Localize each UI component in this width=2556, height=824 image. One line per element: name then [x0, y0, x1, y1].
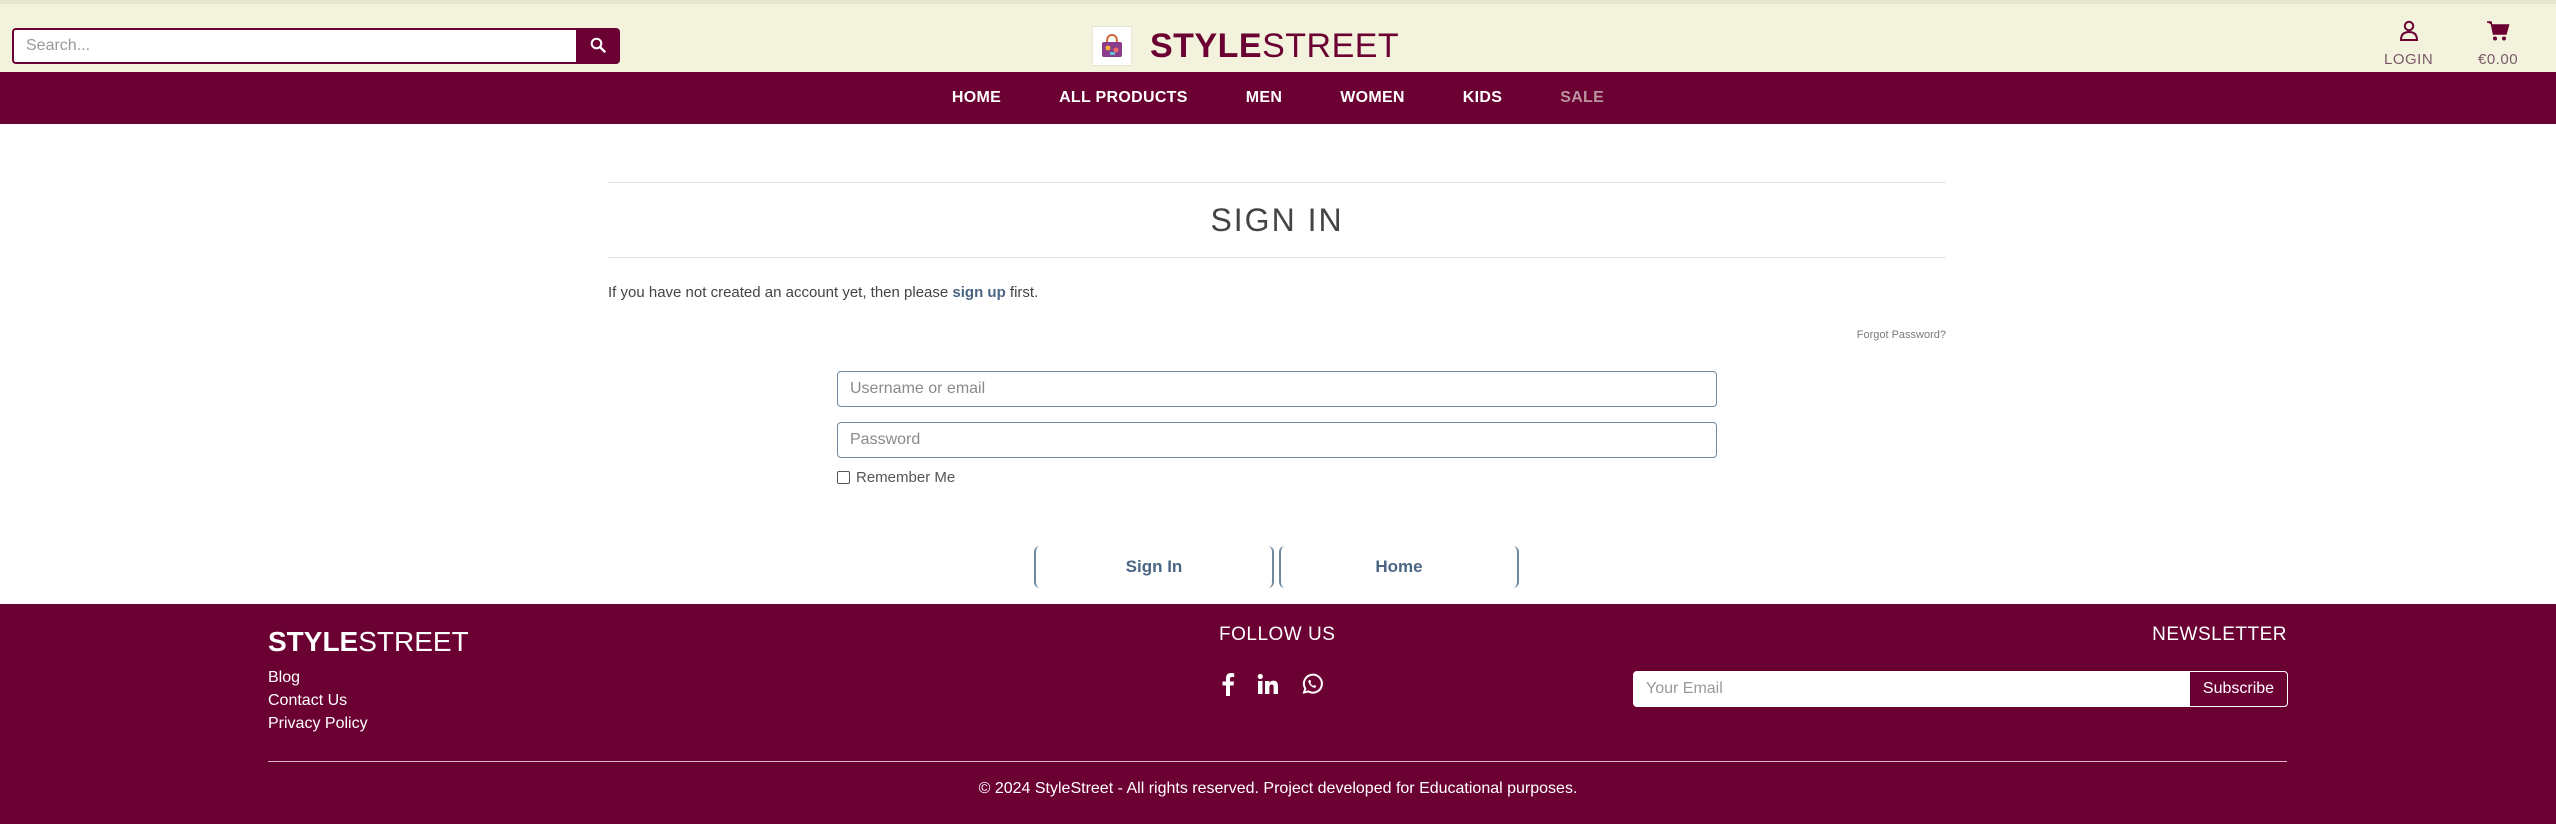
shop-logo-icon [1092, 26, 1132, 66]
password-field[interactable] [837, 422, 1717, 458]
social-links [1221, 672, 1345, 696]
top-header: STYLESTREET LOGIN €0.00 [0, 0, 2556, 72]
cart-icon [2486, 20, 2510, 47]
search-form [12, 28, 620, 64]
sign-in-button[interactable]: Sign In [1034, 546, 1274, 588]
forgot-password-link[interactable]: Forgot Password? [608, 329, 1946, 341]
signup-prompt-before: If you have not created an account yet, … [608, 284, 953, 301]
footer-link-blog[interactable]: Blog [268, 666, 368, 689]
remember-me-checkbox[interactable] [837, 471, 850, 484]
linkedin-icon[interactable] [1257, 673, 1279, 695]
follow-us-title: FOLLOW US [1219, 624, 1336, 645]
remember-me[interactable]: Remember Me [837, 469, 1717, 486]
nav-item-men[interactable]: MEN [1246, 89, 1282, 107]
copyright-text: © 2024 StyleStreet - All rights reserved… [978, 780, 1578, 797]
nav-item-all-products[interactable]: ALL PRODUCTS [1059, 89, 1188, 107]
login-form: Remember Me [837, 371, 1717, 486]
signup-prompt: If you have not created an account yet, … [608, 284, 1946, 301]
cart-link[interactable]: €0.00 [2478, 20, 2518, 68]
signin-section: SIGN IN If you have not created an accou… [608, 182, 1946, 341]
footer-divider [268, 761, 2287, 762]
brand-name: STYLESTREET [1150, 27, 1399, 66]
nav-item-women[interactable]: WOMEN [1340, 89, 1405, 107]
search-input[interactable] [12, 28, 576, 64]
footer-brand-bold: STYLE [268, 626, 359, 657]
footer-link-contact[interactable]: Contact Us [268, 689, 368, 712]
page-title: SIGN IN [1210, 202, 1344, 238]
whatsapp-icon[interactable] [1301, 673, 1323, 695]
signup-link[interactable]: sign up [952, 284, 1005, 301]
login-label: LOGIN [2384, 51, 2434, 68]
search-button[interactable] [576, 28, 620, 64]
form-actions: Sign In Home [1034, 546, 1524, 588]
signup-prompt-after: first. [1005, 284, 1039, 301]
search-icon [590, 37, 606, 56]
footer-brand-light: STREET [358, 626, 469, 657]
newsletter-title: NEWSLETTER [2152, 624, 2287, 645]
login-link[interactable]: LOGIN [2384, 20, 2433, 68]
nav-item-sale[interactable]: SALE [1560, 89, 1604, 107]
user-icon [2399, 20, 2419, 47]
cart-total: €0.00 [2478, 51, 2519, 68]
newsletter-email-input[interactable] [1633, 671, 2189, 707]
facebook-icon[interactable] [1221, 672, 1235, 696]
nav-item-home[interactable]: HOME [952, 89, 1001, 107]
subscribe-button[interactable]: Subscribe [2189, 671, 2288, 707]
nav-item-kids[interactable]: KIDS [1463, 89, 1502, 107]
newsletter-form: Subscribe [1633, 671, 2288, 707]
brand-name-bold: STYLE [1150, 26, 1263, 65]
footer-brand: STYLESTREET [268, 626, 469, 658]
home-button[interactable]: Home [1279, 546, 1519, 588]
footer-links: Blog Contact Us Privacy Policy [268, 666, 368, 735]
username-field[interactable] [837, 371, 1717, 407]
footer-link-privacy[interactable]: Privacy Policy [268, 712, 368, 735]
brand-name-light: STREET [1262, 26, 1400, 65]
remember-me-label: Remember Me [856, 469, 956, 486]
site-footer: STYLESTREET Blog Contact Us Privacy Poli… [0, 604, 2556, 824]
divider [608, 257, 1946, 258]
brand-home-link[interactable]: STYLESTREET [1092, 26, 1399, 66]
main-nav: HOME ALL PRODUCTS MEN WOMEN KIDS SALE [0, 72, 2556, 124]
